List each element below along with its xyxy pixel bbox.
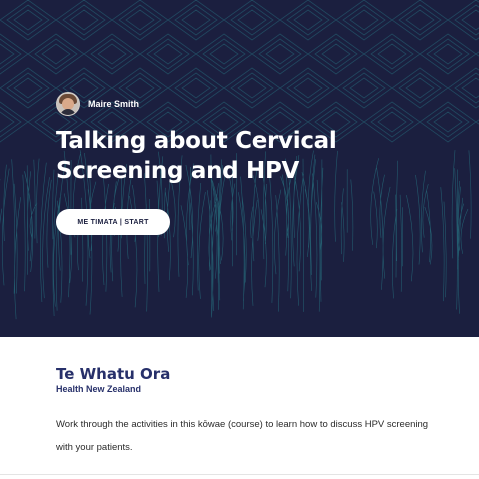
hero-banner: Maire Smith Talking about Cervical Scree… — [0, 0, 479, 337]
course-intro: Te Whatu Ora Health New Zealand Work thr… — [0, 337, 479, 479]
organisation-logo: Te Whatu Ora Health New Zealand — [56, 365, 170, 395]
course-title: Talking about Cervical Screening and HPV — [56, 128, 337, 184]
avatar — [56, 92, 80, 116]
author-byline: Maire Smith — [56, 92, 139, 116]
course-description: Work through the activities in this kōwa… — [56, 419, 429, 453]
author-name: Maire Smith — [88, 99, 140, 109]
divider — [0, 474, 479, 475]
organisation-subtitle: Health New Zealand — [56, 384, 142, 394]
start-button[interactable]: ME TIMATA | START — [56, 209, 170, 235]
organisation-name: Te Whatu Ora — [56, 365, 171, 383]
